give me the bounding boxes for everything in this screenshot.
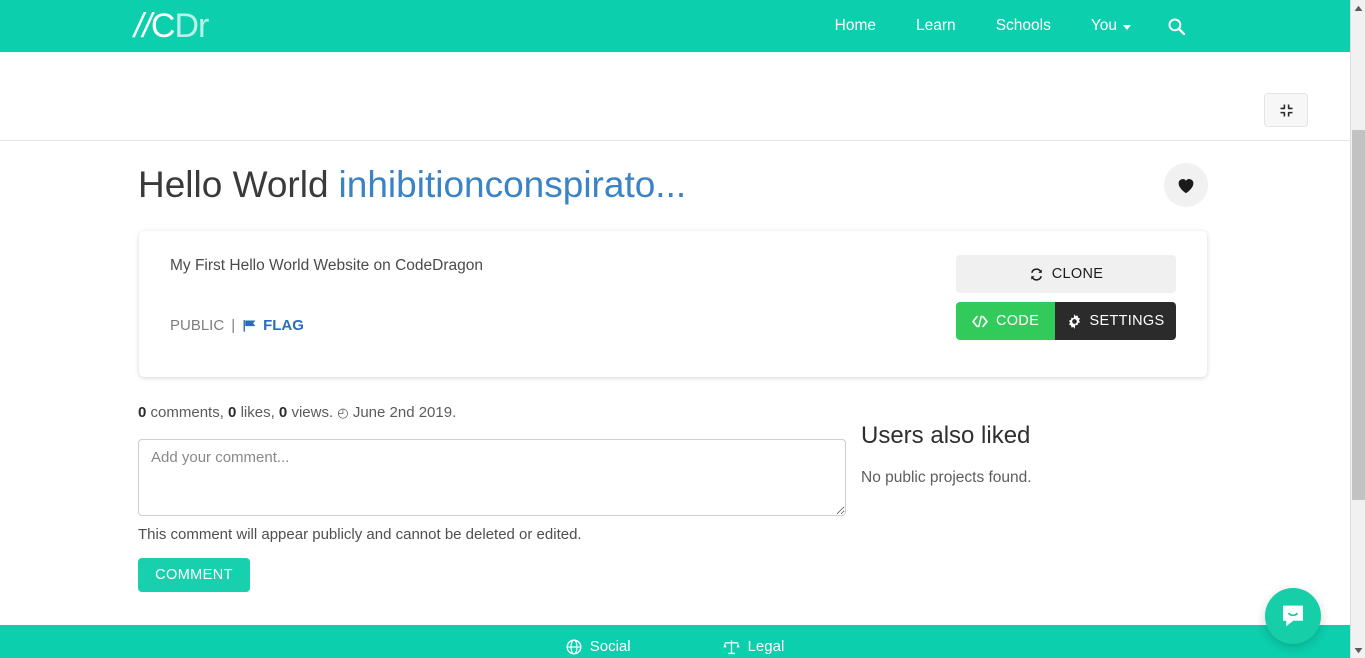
- main-content: Hello World inhibitionconspirato... My Fi…: [0, 141, 1350, 625]
- created-date: June 2nd 2019.: [352, 404, 457, 421]
- project-meta: PUBLIC | FLAG: [170, 317, 304, 334]
- chat-launcher-button[interactable]: [1265, 588, 1321, 644]
- project-header: Hello World inhibitionconspirato...: [138, 163, 1208, 208]
- nav-learn-label: Learn: [916, 17, 956, 34]
- users-also-liked-title: Users also liked: [861, 422, 1031, 449]
- likes-label: likes,: [240, 404, 275, 421]
- project-actions: CLONE CODE SETTINGS: [956, 255, 1176, 340]
- chevron-down-icon: [1354, 647, 1363, 653]
- submit-comment-button[interactable]: COMMENT: [138, 558, 250, 592]
- settings-label: SETTINGS: [1089, 313, 1165, 329]
- search-icon: [1168, 17, 1186, 35]
- top-navbar: //CDr Home Learn Schools You: [0, 0, 1350, 52]
- exit-fullscreen-button[interactable]: [1264, 93, 1308, 127]
- comments-count: 0: [138, 404, 147, 421]
- refresh-icon: [1030, 267, 1042, 281]
- gear-icon: [1068, 313, 1080, 329]
- clone-button[interactable]: CLONE: [956, 255, 1176, 293]
- footer-social-label: Social: [589, 638, 631, 655]
- clock-icon: ◴: [337, 405, 349, 420]
- code-icon: [972, 315, 988, 327]
- logo-slashes: //: [134, 7, 152, 45]
- globe-icon: [566, 638, 582, 655]
- users-also-liked-empty: No public projects found.: [861, 469, 1032, 486]
- like-button[interactable]: [1164, 163, 1208, 208]
- project-owner-link[interactable]: inhibitionconspirato...: [339, 164, 687, 205]
- balance-icon: [722, 640, 740, 654]
- page-scrollbar[interactable]: [1350, 0, 1365, 658]
- site-footer: Social Legal: [0, 625, 1350, 658]
- clone-label: CLONE: [1051, 266, 1104, 282]
- code-button[interactable]: CODE: [956, 302, 1055, 340]
- footer-links: Social Legal: [0, 638, 1350, 655]
- code-label: CODE: [995, 313, 1040, 329]
- scrollbar-thumb[interactable]: [1352, 130, 1365, 500]
- chevron-up-icon: [1354, 5, 1363, 11]
- project-stats: 0 comments, 0 likes, 0 views. ◴ June 2nd…: [138, 404, 456, 421]
- nav-item-schools[interactable]: Schools: [976, 11, 1071, 41]
- flag-link[interactable]: FLAG: [242, 317, 304, 334]
- compress-icon: [1280, 104, 1292, 116]
- nav-home-label: Home: [834, 17, 877, 34]
- flag-label: FLAG: [263, 317, 304, 334]
- nav-item-you[interactable]: You: [1071, 11, 1151, 41]
- nav-schools-label: Schools: [995, 17, 1051, 34]
- project-title-text: Hello World: [138, 164, 329, 205]
- meta-separator: |: [231, 317, 236, 334]
- browser-viewport: //CDr Home Learn Schools You Hello World…: [0, 0, 1365, 658]
- nav-item-home[interactable]: Home: [815, 11, 896, 41]
- views-label: views.: [291, 404, 334, 421]
- code-settings-group: CODE SETTINGS: [956, 302, 1176, 340]
- chat-bubble-icon: [1283, 605, 1303, 627]
- logo-c: C: [150, 7, 176, 45]
- scroll-down-button[interactable]: [1351, 642, 1365, 658]
- nav-links: Home Learn Schools You: [815, 11, 1350, 42]
- search-button[interactable]: [1151, 11, 1202, 42]
- nav-item-learn[interactable]: Learn: [896, 11, 976, 41]
- heart-icon: [1178, 179, 1194, 194]
- views-count: 0: [278, 404, 288, 421]
- flag-icon: [243, 319, 256, 332]
- footer-item-legal[interactable]: Legal: [722, 638, 785, 655]
- likes-count: 0: [228, 404, 237, 421]
- settings-button[interactable]: SETTINGS: [1055, 302, 1176, 340]
- comment-disclaimer: This comment will appear publicly and ca…: [138, 526, 582, 543]
- project-description: My First Hello World Website on CodeDrag…: [170, 257, 483, 274]
- footer-item-social[interactable]: Social: [566, 638, 631, 655]
- comment-input[interactable]: [138, 439, 846, 516]
- site-logo[interactable]: //CDr: [134, 7, 209, 45]
- chevron-down-icon: [1123, 24, 1131, 30]
- comments-label: comments,: [150, 404, 224, 421]
- secondary-toolbar: [0, 52, 1350, 141]
- project-card: My First Hello World Website on CodeDrag…: [139, 231, 1207, 377]
- visibility-label: PUBLIC: [170, 317, 225, 334]
- nav-you-label: You: [1090, 17, 1117, 34]
- page-title: Hello World inhibitionconspirato...: [138, 163, 686, 207]
- scroll-up-button[interactable]: [1351, 0, 1365, 16]
- logo-dr: Dr: [174, 7, 209, 45]
- footer-legal-label: Legal: [747, 638, 785, 655]
